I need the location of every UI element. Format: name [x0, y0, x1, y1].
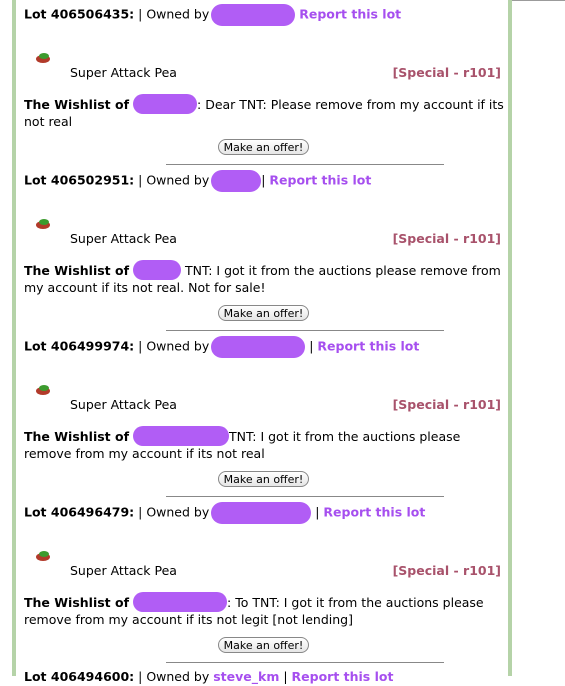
- lot-number: Lot 406496479:: [24, 504, 135, 520]
- lot-number: Lot 406506435:: [24, 6, 135, 22]
- lot-divider: [166, 164, 444, 165]
- make-offer-button[interactable]: Make an offer!: [218, 305, 309, 321]
- wishlist-label: The Wishlist of: [24, 595, 130, 610]
- make-offer-button[interactable]: Make an offer!: [218, 139, 309, 155]
- wishlist-entry: The Wishlist of : To TNT: I got it from …: [24, 592, 504, 627]
- top-divider: [512, 0, 565, 1]
- item-name: Super Attack Pea: [70, 563, 177, 578]
- owned-by-label: | Owned by: [138, 669, 210, 684]
- owned-by-label: | Owned by: [138, 504, 210, 520]
- item-rarity: [Special - r101]: [392, 563, 501, 578]
- pea-icon: [36, 53, 50, 63]
- wishlist-label: The Wishlist of: [24, 263, 130, 278]
- lot-header: Lot 406496479: | Owned by | Report this …: [24, 502, 425, 524]
- item-name: Super Attack Pea: [70, 231, 177, 246]
- redacted-owner: [211, 170, 262, 192]
- pea-icon: [36, 219, 50, 229]
- lot-divider: [166, 662, 444, 663]
- item-name: Super Attack Pea: [70, 65, 177, 80]
- owned-by-label: | Owned by: [138, 338, 210, 354]
- wishlist-label: The Wishlist of: [24, 97, 130, 112]
- redacted-owner: [211, 336, 306, 358]
- right-border: [508, 0, 512, 676]
- lot-header: Lot 406506435: | Owned by Report this lo…: [24, 4, 401, 26]
- report-lot-link[interactable]: Report this lot: [292, 669, 394, 684]
- report-lot-link[interactable]: Report this lot: [317, 339, 419, 354]
- wishlist-entry: The Wishlist of : Dear TNT: Please remov…: [24, 94, 504, 129]
- redacted-owner: [133, 94, 198, 114]
- redacted-owner: [133, 592, 228, 612]
- lot-number: Lot 406502951:: [24, 172, 135, 188]
- report-lot-link[interactable]: Report this lot: [299, 7, 401, 22]
- lot-number: Lot 406494600:: [24, 669, 135, 684]
- report-lot-link[interactable]: Report this lot: [323, 505, 425, 520]
- lot-header: Lot 406494600: | Owned by steve_km | Rep…: [24, 669, 394, 684]
- lot-divider: [166, 496, 444, 497]
- report-lot-link[interactable]: Report this lot: [269, 173, 371, 188]
- owned-by-label: | Owned by: [138, 6, 210, 22]
- wishlist-label: The Wishlist of: [24, 429, 130, 444]
- item-rarity: [Special - r101]: [392, 231, 501, 246]
- redacted-owner: [133, 426, 230, 446]
- lot-divider: [166, 330, 444, 331]
- lot-number: Lot 406499974:: [24, 338, 135, 354]
- owner-link[interactable]: steve_km: [213, 669, 279, 684]
- wishlist-entry: The Wishlist of TNT: I got it from the a…: [24, 426, 504, 461]
- redacted-owner: [133, 260, 182, 280]
- redacted-owner: [211, 4, 296, 26]
- left-border: [12, 0, 16, 676]
- item-rarity: [Special - r101]: [392, 397, 501, 412]
- lot-header: Lot 406499974: | Owned by | Report this …: [24, 336, 419, 358]
- make-offer-button[interactable]: Make an offer!: [218, 637, 309, 653]
- pea-icon: [36, 385, 50, 395]
- lot-header: Lot 406502951: | Owned by | Report this …: [24, 170, 371, 192]
- item-rarity: [Special - r101]: [392, 65, 501, 80]
- redacted-owner: [211, 502, 312, 524]
- wishlist-entry: The Wishlist of TNT: I got it from the a…: [24, 260, 504, 295]
- make-offer-button[interactable]: Make an offer!: [218, 471, 309, 487]
- pea-icon: [36, 551, 50, 561]
- owned-by-label: | Owned by: [138, 172, 210, 188]
- item-name: Super Attack Pea: [70, 397, 177, 412]
